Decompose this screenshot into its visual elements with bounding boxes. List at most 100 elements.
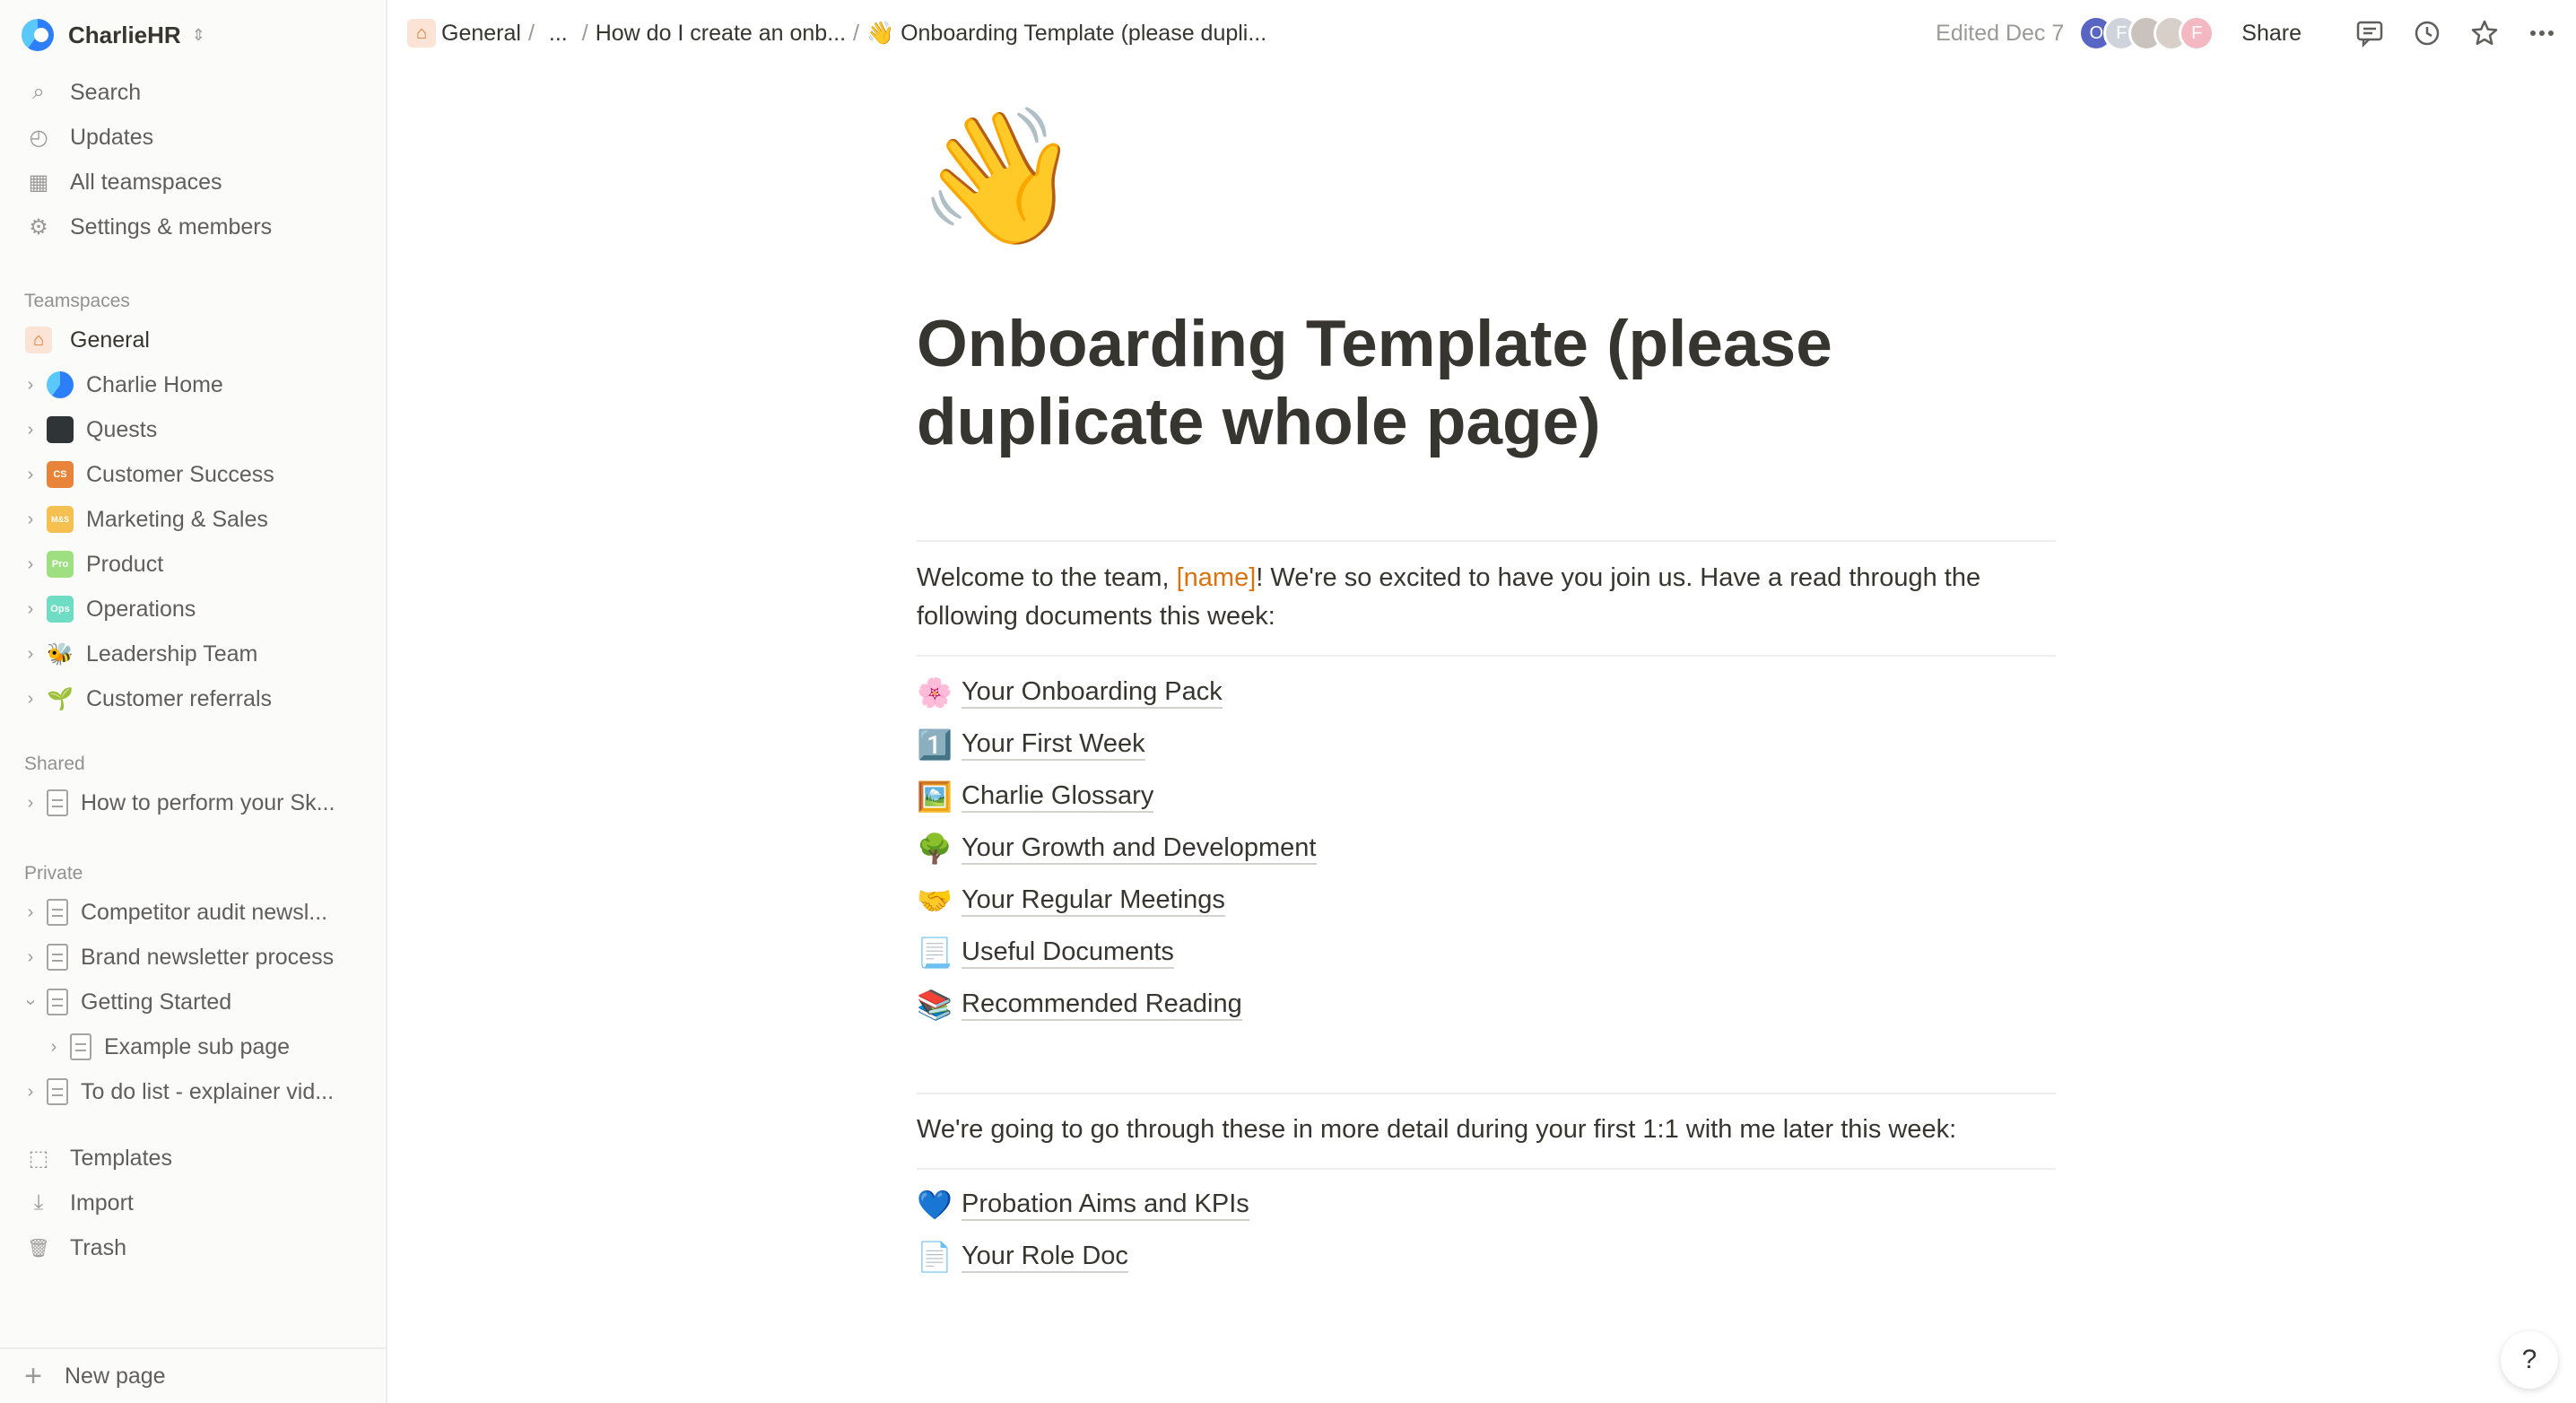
workspace-name: CharlieHR <box>68 21 181 48</box>
page-link[interactable]: 📄 Your Role Doc <box>917 1231 1249 1283</box>
page-icon <box>47 989 68 1015</box>
page-link-label: Your Role Doc <box>962 1241 1128 1273</box>
ops-badge-icon: Ops <box>47 596 74 623</box>
private-page-item[interactable]: › Getting Started <box>0 980 386 1024</box>
workspace-switcher[interactable]: CharlieHR ⇕ <box>0 0 386 70</box>
page-title[interactable]: Onboarding Template (please duplicate wh… <box>917 305 1903 461</box>
nav-import[interactable]: ⤓ Import <box>0 1181 386 1225</box>
teamspace-label: Marketing & Sales <box>86 506 268 532</box>
nav-label: Templates <box>70 1145 172 1171</box>
page-icon <box>47 944 68 971</box>
teamspace-label: Customer referrals <box>86 685 272 711</box>
chevron-right-icon[interactable]: › <box>20 465 41 485</box>
teamspace-general[interactable]: ⌂ General <box>0 318 386 362</box>
chevron-right-icon[interactable]: › <box>20 793 41 814</box>
chevron-right-icon[interactable]: › <box>20 644 41 665</box>
teamspace-customer-success[interactable]: › CS Customer Success <box>0 452 386 497</box>
chevron-right-icon[interactable]: › <box>20 689 41 710</box>
breadcrumb: ⌂ General / ... / How do I create an onb… <box>407 19 1272 48</box>
chevron-right-icon[interactable]: › <box>20 510 41 530</box>
quests-icon <box>47 416 74 443</box>
nav-settings-members[interactable]: ⚙ Settings & members <box>0 205 386 249</box>
nav-templates[interactable]: ⬚ Templates <box>0 1136 386 1181</box>
nav-label: All teamspaces <box>70 169 222 195</box>
building-icon: ▦ <box>28 170 49 195</box>
breadcrumb-separator: / <box>581 20 588 46</box>
breadcrumb-item[interactable]: ... <box>536 21 580 47</box>
nav-trash[interactable]: 🗑 Trash <box>0 1225 386 1270</box>
breadcrumb-current[interactable]: 👋 Onboarding Template (please dupli... <box>861 21 1272 47</box>
page-link[interactable]: 🖼️ Charlie Glossary <box>917 771 1317 823</box>
cs-badge-icon: CS <box>47 461 74 488</box>
chevron-right-icon[interactable]: › <box>20 947 41 968</box>
star-icon[interactable] <box>2468 17 2501 49</box>
teamspace-leadership-team[interactable]: › 🐝 Leadership Team <box>0 632 386 676</box>
page-label: Brand newsletter process <box>81 944 335 970</box>
chevron-right-icon[interactable]: › <box>20 420 41 440</box>
chevron-right-icon[interactable]: › <box>43 1037 65 1058</box>
nav-updates[interactable]: ◴ Updates <box>0 115 386 160</box>
nav-search[interactable]: ⌕ Search <box>0 70 386 115</box>
teamspace-product[interactable]: › Pro Product <box>0 542 386 587</box>
page-icon <box>70 1033 91 1060</box>
framed-picture-icon: 🖼️ <box>917 780 953 813</box>
plus-icon: + <box>24 1358 42 1393</box>
comment-icon[interactable] <box>2354 17 2386 49</box>
history-icon[interactable] <box>2411 17 2443 49</box>
avatar-stack[interactable]: O F F <box>2078 15 2215 51</box>
search-icon: ⌕ <box>32 80 45 104</box>
page-emoji-icon[interactable]: 👋 <box>917 111 1082 244</box>
page-link[interactable]: 🤝 Your Regular Meetings <box>917 875 1317 927</box>
chevron-right-icon[interactable]: › <box>20 554 41 575</box>
section-label-private[interactable]: Private <box>0 850 386 890</box>
section-label-teamspaces[interactable]: Teamspaces <box>0 278 386 318</box>
clock-icon: ◴ <box>29 125 48 150</box>
import-icon: ⤓ <box>33 1190 44 1215</box>
page-link[interactable]: 💙 Probation Aims and KPIs <box>917 1179 1249 1231</box>
page-link[interactable]: 📃 Useful Documents <box>917 927 1317 979</box>
chevron-right-icon[interactable]: › <box>20 375 41 396</box>
share-button[interactable]: Share <box>2241 21 2302 47</box>
avatar[interactable]: F <box>2179 15 2215 51</box>
help-button[interactable]: ? <box>2501 1331 2558 1389</box>
page-link[interactable]: 📚 Recommended Reading <box>917 979 1317 1031</box>
teamspace-charlie-home[interactable]: › Charlie Home <box>0 362 386 407</box>
intro-paragraph[interactable]: Welcome to the team, [name]! We're so ex… <box>917 559 2056 636</box>
scroll-page-icon: 📃 <box>917 937 953 969</box>
new-page-button[interactable]: + New page <box>0 1347 386 1403</box>
teamspace-customer-referrals[interactable]: › 🌱 Customer referrals <box>0 676 386 721</box>
breadcrumb-item[interactable]: How do I create an onb... <box>590 21 851 47</box>
shared-page-item[interactable]: › How to perform your Sk... <box>0 780 386 825</box>
page-link[interactable]: 1️⃣ Your First Week <box>917 719 1317 771</box>
page-link-label: Your Onboarding Pack <box>962 676 1223 709</box>
teamspace-label: Charlie Home <box>86 371 223 397</box>
private-subpage-item[interactable]: › Example sub page <box>0 1024 386 1069</box>
nav-label: Settings & members <box>70 214 273 240</box>
teamspace-operations[interactable]: › Ops Operations <box>0 587 386 632</box>
chevron-right-icon[interactable]: › <box>20 1082 41 1102</box>
section-label-shared[interactable]: Shared <box>0 741 386 780</box>
sidebar-bottom-nav: ⬚ Templates ⤓ Import 🗑 Trash <box>0 1136 386 1270</box>
followup-paragraph[interactable]: We're going to go through these in more … <box>917 1111 2056 1149</box>
chevron-right-icon[interactable]: › <box>20 599 41 620</box>
more-icon[interactable] <box>2526 17 2558 49</box>
teamspace-marketing-sales[interactable]: › M&S Marketing & Sales <box>0 497 386 542</box>
breadcrumb-item[interactable]: General <box>436 21 527 47</box>
workspace-logo-icon <box>22 19 54 51</box>
chevron-right-icon[interactable]: › <box>20 902 41 923</box>
divider <box>917 655 2056 657</box>
page-link[interactable]: 🌳 Your Growth and Development <box>917 823 1317 875</box>
nav-all-teamspaces[interactable]: ▦ All teamspaces <box>0 160 386 205</box>
teamspace-quests[interactable]: › Quests <box>0 407 386 452</box>
page-label: Example sub page <box>104 1033 291 1059</box>
page-link[interactable]: 🌸 Your Onboarding Pack <box>917 667 1317 719</box>
charlie-logo-icon <box>47 371 74 398</box>
private-page-item[interactable]: › Brand newsletter process <box>0 935 386 980</box>
breadcrumb-separator: / <box>527 20 535 46</box>
private-page-item[interactable]: › To do list - explainer vid... <box>0 1069 386 1114</box>
private-page-item[interactable]: › Competitor audit newsl... <box>0 890 386 935</box>
chevron-down-icon[interactable]: › <box>21 991 41 1013</box>
topbar: ⌂ General / ... / How do I create an onb… <box>387 0 2576 66</box>
app-window: CharlieHR ⇕ ⌕ Search ◴ Updates ▦ All tea… <box>0 0 2576 1403</box>
blue-heart-icon: 💙 <box>917 1189 953 1221</box>
